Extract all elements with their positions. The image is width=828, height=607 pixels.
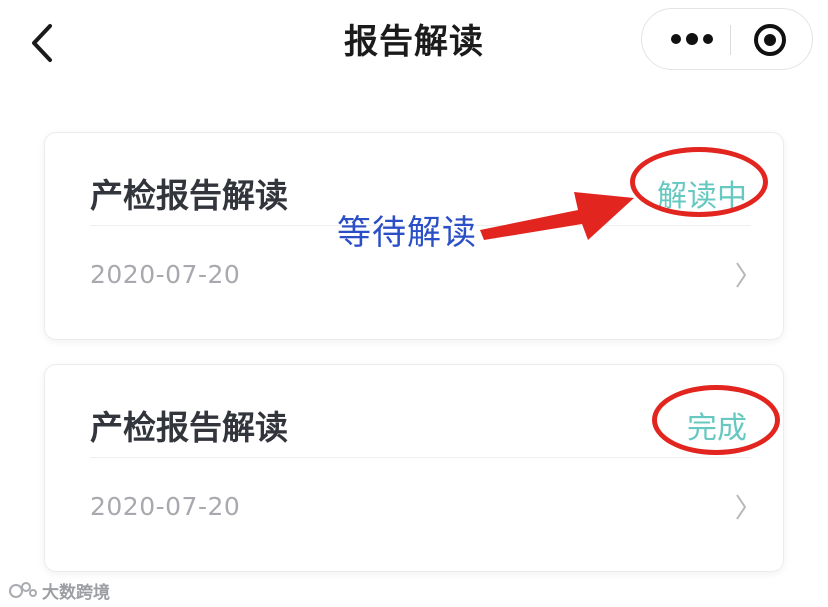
navigation-bar: 报告解读 [0,0,828,88]
chevron-right-icon [736,494,747,520]
report-title: 产检报告解读 [90,176,288,215]
report-title: 产检报告解读 [90,408,288,447]
chevron-right-icon [736,262,747,288]
annotation-label: 等待解读 [337,213,477,253]
annotation-circle [630,147,768,217]
more-dots-icon[interactable] [662,23,722,55]
record-circle-icon[interactable] [752,22,788,58]
report-date: 2020-07-20 [90,260,241,289]
mini-program-capsule [641,8,813,70]
watermark-logo-icon [9,581,37,598]
annotation-circle [652,385,780,455]
watermark-text: 大数跨境 [42,583,110,603]
capsule-divider [730,25,731,55]
report-date: 2020-07-20 [90,492,241,521]
annotation-arrow-icon [480,192,634,240]
card-divider [90,457,751,458]
watermark: 大数跨境 [8,578,110,603]
